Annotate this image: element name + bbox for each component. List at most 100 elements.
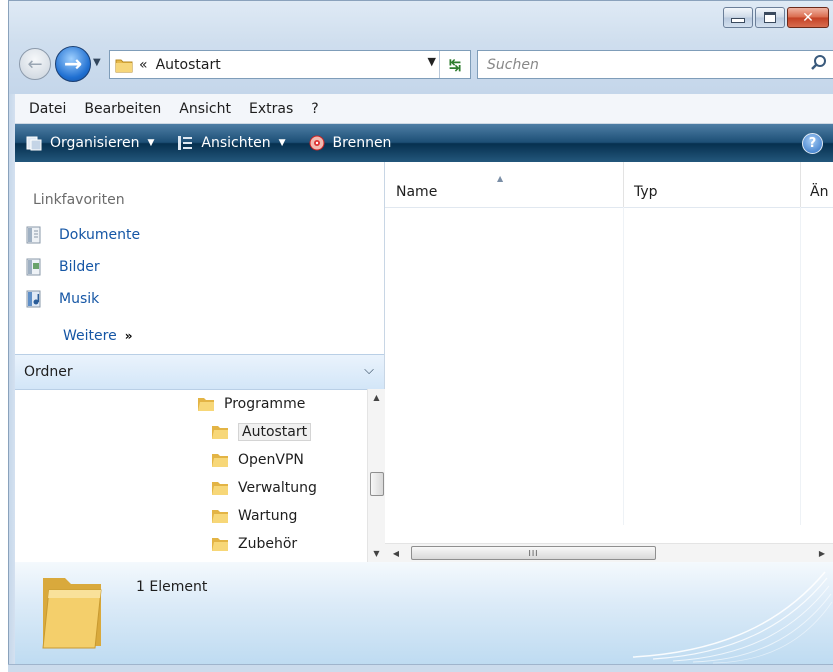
double-chevron-icon: » (124, 329, 133, 343)
search-icon[interactable] (810, 54, 828, 72)
views-icon (178, 136, 193, 150)
file-list-pane: ▲ Name Typ Än ◀ III ▶ (385, 162, 833, 562)
address-dropdown-icon[interactable]: ▼ (428, 55, 436, 68)
favorites-title: Linkfavoriten (33, 192, 125, 208)
back-arrow-icon: ← (27, 53, 43, 75)
column-divider[interactable] (623, 162, 624, 207)
chevron-down-icon: ▼ (278, 138, 286, 148)
scroll-left-icon[interactable]: ◀ (387, 544, 405, 562)
folder-icon (212, 538, 228, 551)
chevron-down-icon[interactable]: ⌵ (364, 363, 374, 378)
search-box[interactable] (477, 50, 833, 79)
menu-datei[interactable]: Datei (29, 101, 66, 117)
folder-large-icon (42, 578, 102, 649)
scroll-down-icon[interactable]: ▼ (368, 545, 385, 562)
column-modified[interactable]: Än (810, 184, 828, 200)
tree-node-autostart[interactable]: Autostart (211, 420, 312, 444)
scroll-thumb[interactable] (370, 472, 384, 496)
back-button[interactable]: ← (19, 48, 51, 80)
breadcrumb-overflow[interactable]: « (139, 57, 148, 73)
menu-bar: Datei Bearbeiten Ansicht Extras ? (15, 94, 833, 124)
navigation-bar: ← → ▼ « Autostart ▼ ↹ (15, 40, 833, 90)
folder-icon (198, 398, 214, 411)
sort-up-icon: ▲ (497, 174, 504, 183)
organize-button[interactable]: Organisieren ▼ (25, 134, 154, 152)
folder-icon (212, 482, 228, 495)
folders-title: Ordner (24, 364, 73, 380)
music-icon (26, 290, 41, 308)
folders-header[interactable]: Ordner ⌵ (15, 354, 384, 390)
scroll-right-icon[interactable]: ▶ (813, 544, 831, 562)
column-divider[interactable] (800, 162, 801, 207)
column-headers: ▲ Name Typ Än (385, 162, 833, 208)
window-controls: ✕ (721, 7, 829, 28)
refresh-icon: ↹ (448, 55, 462, 74)
favorite-pictures[interactable]: Bilder (25, 258, 100, 276)
favorite-label: Dokumente (59, 227, 141, 243)
forward-arrow-icon: → (63, 51, 83, 77)
tree-node-verwaltung[interactable]: Verwaltung (211, 476, 317, 500)
explorer-window: ✕ ← → ▼ « Autostart ▼ ↹ Datei Bearbeiten… (0, 0, 833, 672)
tree-vertical-scrollbar[interactable]: ▲ ▼ (367, 389, 385, 562)
tree-node-openvpn[interactable]: OpenVPN (211, 448, 304, 472)
documents-icon (26, 226, 41, 244)
maximize-button[interactable] (755, 7, 785, 28)
menu-bearbeiten[interactable]: Bearbeiten (84, 101, 161, 117)
decorative-swoosh (632, 571, 833, 664)
favorites-more-link[interactable]: Weitere » (63, 328, 132, 344)
scroll-thumb[interactable]: III (411, 546, 656, 560)
folder-icon (212, 426, 228, 439)
folder-icon (115, 59, 133, 72)
burn-disc-icon (309, 135, 325, 151)
minimize-icon (731, 18, 745, 23)
favorite-label: Musik (59, 291, 100, 307)
details-pane: 1 Element (15, 562, 833, 665)
history-dropdown-icon[interactable]: ▼ (93, 57, 101, 68)
favorite-music[interactable]: Musik (25, 290, 99, 308)
scroll-up-icon[interactable]: ▲ (368, 389, 385, 406)
navigation-pane: Linkfavoriten Dokumente Bilder Musik Wei… (15, 162, 385, 562)
command-bar: Organisieren ▼ Ansichten ▼ Brennen ? (15, 124, 833, 162)
folder-icon (212, 454, 228, 467)
views-button[interactable]: Ansichten ▼ (176, 134, 286, 152)
list-horizontal-scrollbar[interactable]: ◀ III ▶ (385, 543, 833, 562)
menu-help[interactable]: ? (311, 101, 318, 117)
column-name[interactable]: Name (396, 184, 437, 200)
column-guide (623, 207, 624, 525)
burn-button[interactable]: Brennen (308, 134, 392, 152)
favorites-more-label: Weitere (63, 328, 117, 344)
window-frame-bottom (8, 664, 833, 672)
folder-icon (212, 510, 228, 523)
tree-node-programme[interactable]: Programme (197, 392, 305, 416)
tree-node-zubehoer[interactable]: Zubehör (211, 532, 297, 556)
refresh-button[interactable]: ↹ (439, 51, 470, 78)
favorite-documents[interactable]: Dokumente (25, 226, 140, 244)
menu-extras[interactable]: Extras (249, 101, 293, 117)
forward-button[interactable]: → (55, 46, 91, 82)
folder-tree: Programme Autostart OpenVPN Verwaltung W… (15, 389, 365, 562)
search-input[interactable] (485, 51, 799, 78)
address-bar[interactable]: « Autostart ▼ ↹ (109, 50, 471, 79)
help-icon[interactable]: ? (802, 133, 823, 154)
minimize-button[interactable] (723, 7, 753, 28)
tree-node-label: Verwaltung (238, 480, 317, 496)
address-path[interactable]: Autostart (156, 57, 221, 73)
organize-label: Organisieren (50, 135, 140, 151)
burn-label: Brennen (332, 135, 392, 151)
column-type[interactable]: Typ (634, 184, 658, 200)
chevron-down-icon: ▼ (147, 138, 155, 148)
tree-node-wartung[interactable]: Wartung (211, 504, 297, 528)
close-icon: ✕ (802, 9, 814, 26)
views-label: Ansichten (201, 135, 271, 151)
pictures-icon (26, 258, 41, 276)
item-count: 1 Element (136, 579, 208, 595)
maximize-icon (764, 12, 776, 23)
tree-node-label: Autostart (238, 423, 312, 441)
favorite-label: Bilder (59, 259, 100, 275)
tree-node-label: OpenVPN (238, 452, 304, 468)
tree-node-label: Zubehör (238, 536, 298, 552)
close-button[interactable]: ✕ (787, 7, 829, 28)
scroll-grip: III (528, 548, 539, 558)
menu-ansicht[interactable]: Ansicht (179, 101, 231, 117)
column-guide (800, 207, 801, 525)
